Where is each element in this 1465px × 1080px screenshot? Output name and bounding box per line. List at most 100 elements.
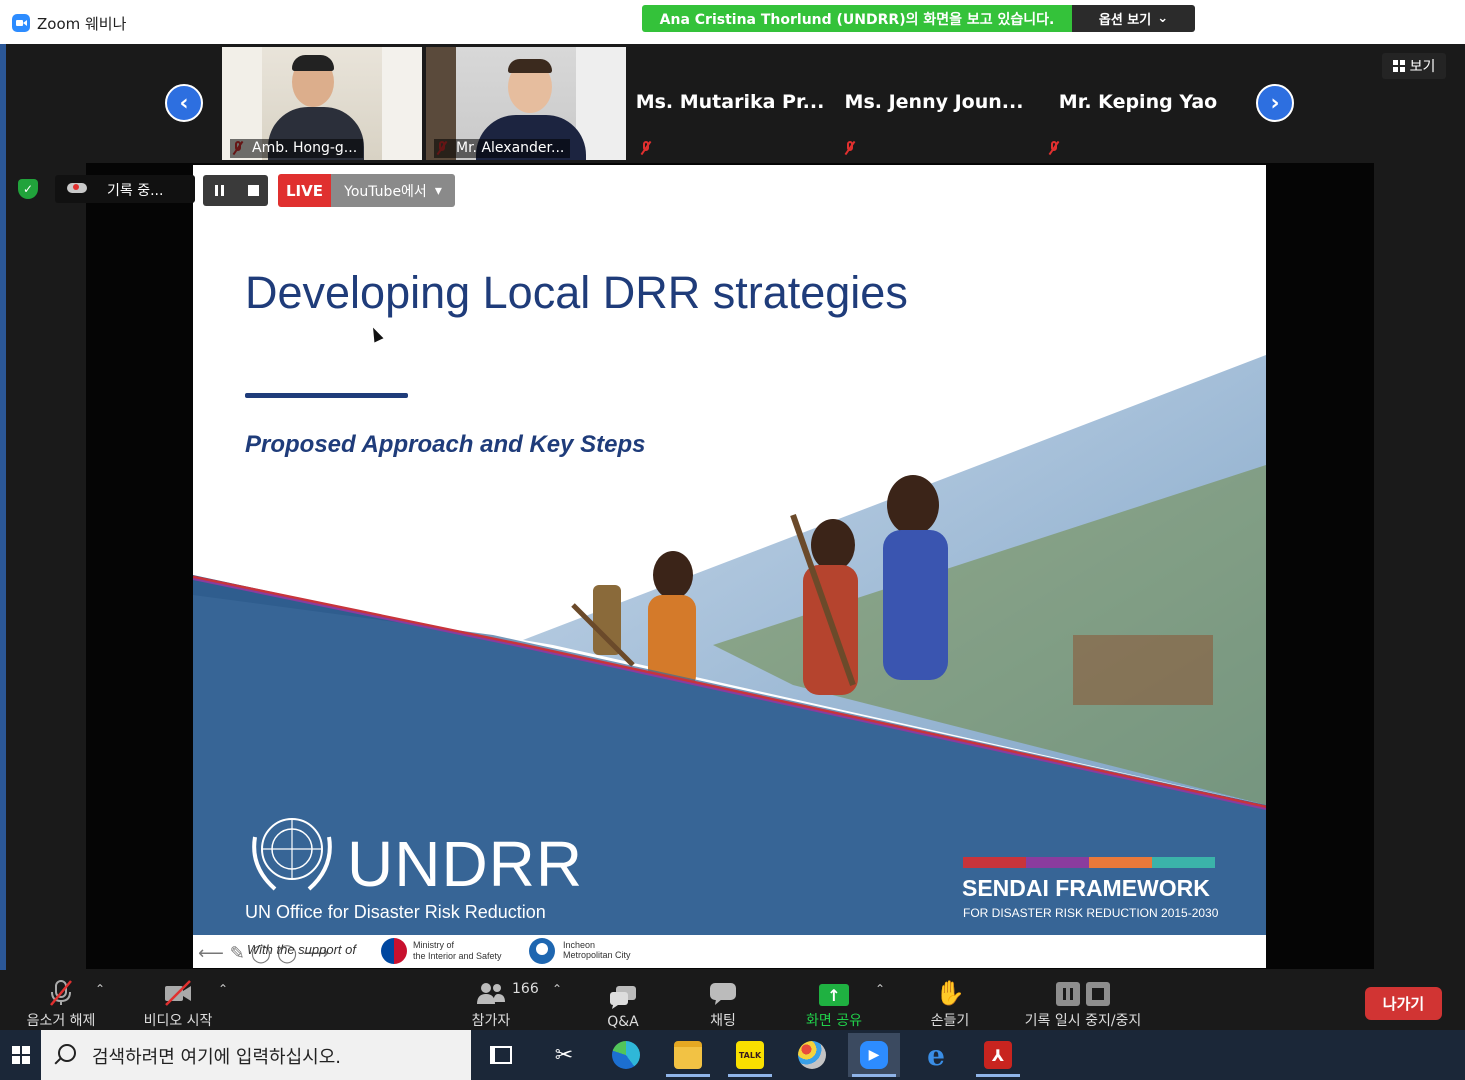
window-edge xyxy=(0,44,6,1030)
taskbar-app[interactable]: TALK xyxy=(724,1033,776,1077)
qa-button[interactable]: Q&A xyxy=(593,975,653,1030)
microphone-muted-icon xyxy=(844,141,856,155)
zoom-icon: ▶ xyxy=(860,1041,888,1069)
ministry-line: Ministry of xyxy=(413,940,455,950)
qa-icon xyxy=(610,986,636,1009)
live-badge[interactable]: LIVE xyxy=(278,174,331,207)
presentation-slide: Developing Local DRR strategies Proposed… xyxy=(193,165,1266,968)
participant-name: Ms. Mutarika Pr... xyxy=(635,91,825,113)
running-indicator xyxy=(666,1074,710,1077)
chat-label: 채팅 xyxy=(710,1013,736,1029)
microphone-muted-icon xyxy=(640,141,652,155)
search-placeholder: 검색하려면 여기에 입력하십시오. xyxy=(92,1047,342,1068)
view-options-button[interactable]: 옵션 보기 ⌄ xyxy=(1072,5,1195,32)
pause-recording-icon xyxy=(1056,982,1080,1006)
unmute-label: 음소거 해제 xyxy=(26,1013,96,1029)
video-options-caret-icon[interactable]: ⌃ xyxy=(218,982,228,996)
taskbar-app[interactable] xyxy=(662,1033,714,1077)
share-screen-button[interactable]: ↑ 화면 공유 xyxy=(796,975,872,1030)
running-indicator xyxy=(728,1074,772,1077)
running-indicator xyxy=(976,1074,1020,1077)
grid-view-icon xyxy=(1392,60,1405,72)
participants-icon xyxy=(477,983,505,1004)
task-view-icon xyxy=(490,1046,512,1064)
recording-control-icons xyxy=(1053,982,1113,1006)
leave-button[interactable]: 나가기 xyxy=(1365,987,1442,1020)
recording-controls-label: 기록 일시 중지/중지 xyxy=(1024,1013,1142,1029)
stop-icon[interactable] xyxy=(248,185,259,196)
participant-tile[interactable]: Mr. Alexander... xyxy=(426,47,626,160)
caret-down-icon: ▾ xyxy=(434,182,442,199)
participant-name: Amb. Hong-g... xyxy=(230,139,364,158)
sendai-color-bar xyxy=(963,857,1215,868)
participants-options-caret-icon[interactable]: ⌃ xyxy=(552,982,562,996)
participant-hair xyxy=(508,59,552,73)
chevron-left-icon: ‹ xyxy=(179,90,189,116)
task-view-button[interactable] xyxy=(475,1033,527,1077)
taskbar-app[interactable]: e xyxy=(910,1033,962,1077)
ministry-name: Ministry of the Interior and Safety xyxy=(413,940,502,962)
start-video-label: 비디오 시작 xyxy=(143,1013,213,1029)
taskbar-app[interactable] xyxy=(786,1033,838,1077)
slide-graphic xyxy=(193,355,1266,935)
recording-controls-button[interactable]: 기록 일시 중지/중지 xyxy=(1013,975,1153,1030)
sendai-title: SENDAI FRAMEWORK xyxy=(962,875,1210,901)
internet-explorer-icon: e xyxy=(927,1038,945,1072)
unmute-button[interactable]: 음소거 해제 xyxy=(20,975,102,1030)
color-segment xyxy=(1152,857,1215,868)
taskbar-app[interactable]: ▶ xyxy=(848,1033,900,1077)
edge-icon xyxy=(612,1041,640,1069)
gallery-prev-button[interactable]: ‹ xyxy=(165,84,203,122)
taskbar-app[interactable]: ✂ xyxy=(538,1033,590,1077)
ministry-logo-icon xyxy=(381,938,407,964)
view-options-label: 옵션 보기 xyxy=(1098,13,1152,28)
incheon-name: Incheon Metropolitan City xyxy=(563,940,631,960)
window-title: Zoom 웨비나 xyxy=(37,15,127,33)
start-button[interactable] xyxy=(0,1030,41,1080)
participant-hair xyxy=(292,55,334,71)
participant-tile[interactable]: Ms. Jenny Joun... xyxy=(834,47,1034,160)
incheon-logo-icon xyxy=(529,938,555,964)
microphone-muted-icon xyxy=(50,980,72,1006)
cloud-recording-indicator[interactable]: 기록 중... xyxy=(55,175,195,203)
paint-icon xyxy=(798,1041,826,1069)
incheon-line: Incheon xyxy=(563,940,596,950)
participant-tile[interactable]: Ms. Mutarika Pr... xyxy=(630,47,830,160)
taskbar-search[interactable]: 검색하려면 여기에 입력하십시오. xyxy=(41,1030,471,1080)
raise-hand-button[interactable]: ✋ 손들기 xyxy=(920,975,980,1030)
livestream-destination-button[interactable]: YouTube에서 ▾ xyxy=(331,174,455,207)
pause-icon[interactable] xyxy=(215,185,224,196)
share-options-caret-icon[interactable]: ⌃ xyxy=(875,982,885,996)
taskbar-app[interactable] xyxy=(600,1033,652,1077)
chat-icon xyxy=(710,983,736,1005)
ministry-line: the Interior and Safety xyxy=(413,951,502,961)
color-segment xyxy=(963,857,1026,868)
share-screen-label: 화면 공유 xyxy=(806,1013,862,1029)
encryption-shield-icon[interactable]: ✓ xyxy=(18,179,38,199)
search-icon xyxy=(58,1044,76,1062)
participant-tile[interactable]: Mr. Keping Yao xyxy=(1038,47,1238,160)
participants-label: 참가자 xyxy=(471,1013,511,1029)
qa-label: Q&A xyxy=(607,1014,639,1030)
start-video-button[interactable]: 비디오 시작 xyxy=(137,975,219,1030)
taskbar-app[interactable]: ⅄ xyxy=(972,1033,1024,1077)
chat-button[interactable]: 채팅 xyxy=(693,975,753,1030)
gallery-next-button[interactable]: › xyxy=(1256,84,1294,122)
acrobat-icon: ⅄ xyxy=(984,1041,1012,1069)
raise-hand-label: 손들기 xyxy=(930,1013,970,1029)
participant-count: 166 xyxy=(512,981,539,997)
raise-hand-icon: ✋ xyxy=(935,979,965,1007)
view-button[interactable]: 보기 xyxy=(1382,53,1446,79)
snipping-tool-icon: ✂ xyxy=(554,1042,574,1068)
kakaotalk-icon: TALK xyxy=(736,1041,764,1069)
livestream-destination-label: YouTube에서 xyxy=(344,183,427,200)
audio-options-caret-icon[interactable]: ⌃ xyxy=(95,982,105,996)
participant-name: Ms. Jenny Joun... xyxy=(844,91,1024,113)
file-explorer-icon xyxy=(674,1041,702,1069)
participant-tile[interactable]: Amb. Hong-g... xyxy=(222,47,422,160)
windows-logo-icon xyxy=(11,1046,30,1064)
running-indicator xyxy=(852,1074,896,1077)
color-segment xyxy=(1026,857,1089,868)
support-text: With the support of xyxy=(247,942,356,957)
undrr-fullname: UN Office for Disaster Risk Reduction xyxy=(245,902,546,922)
